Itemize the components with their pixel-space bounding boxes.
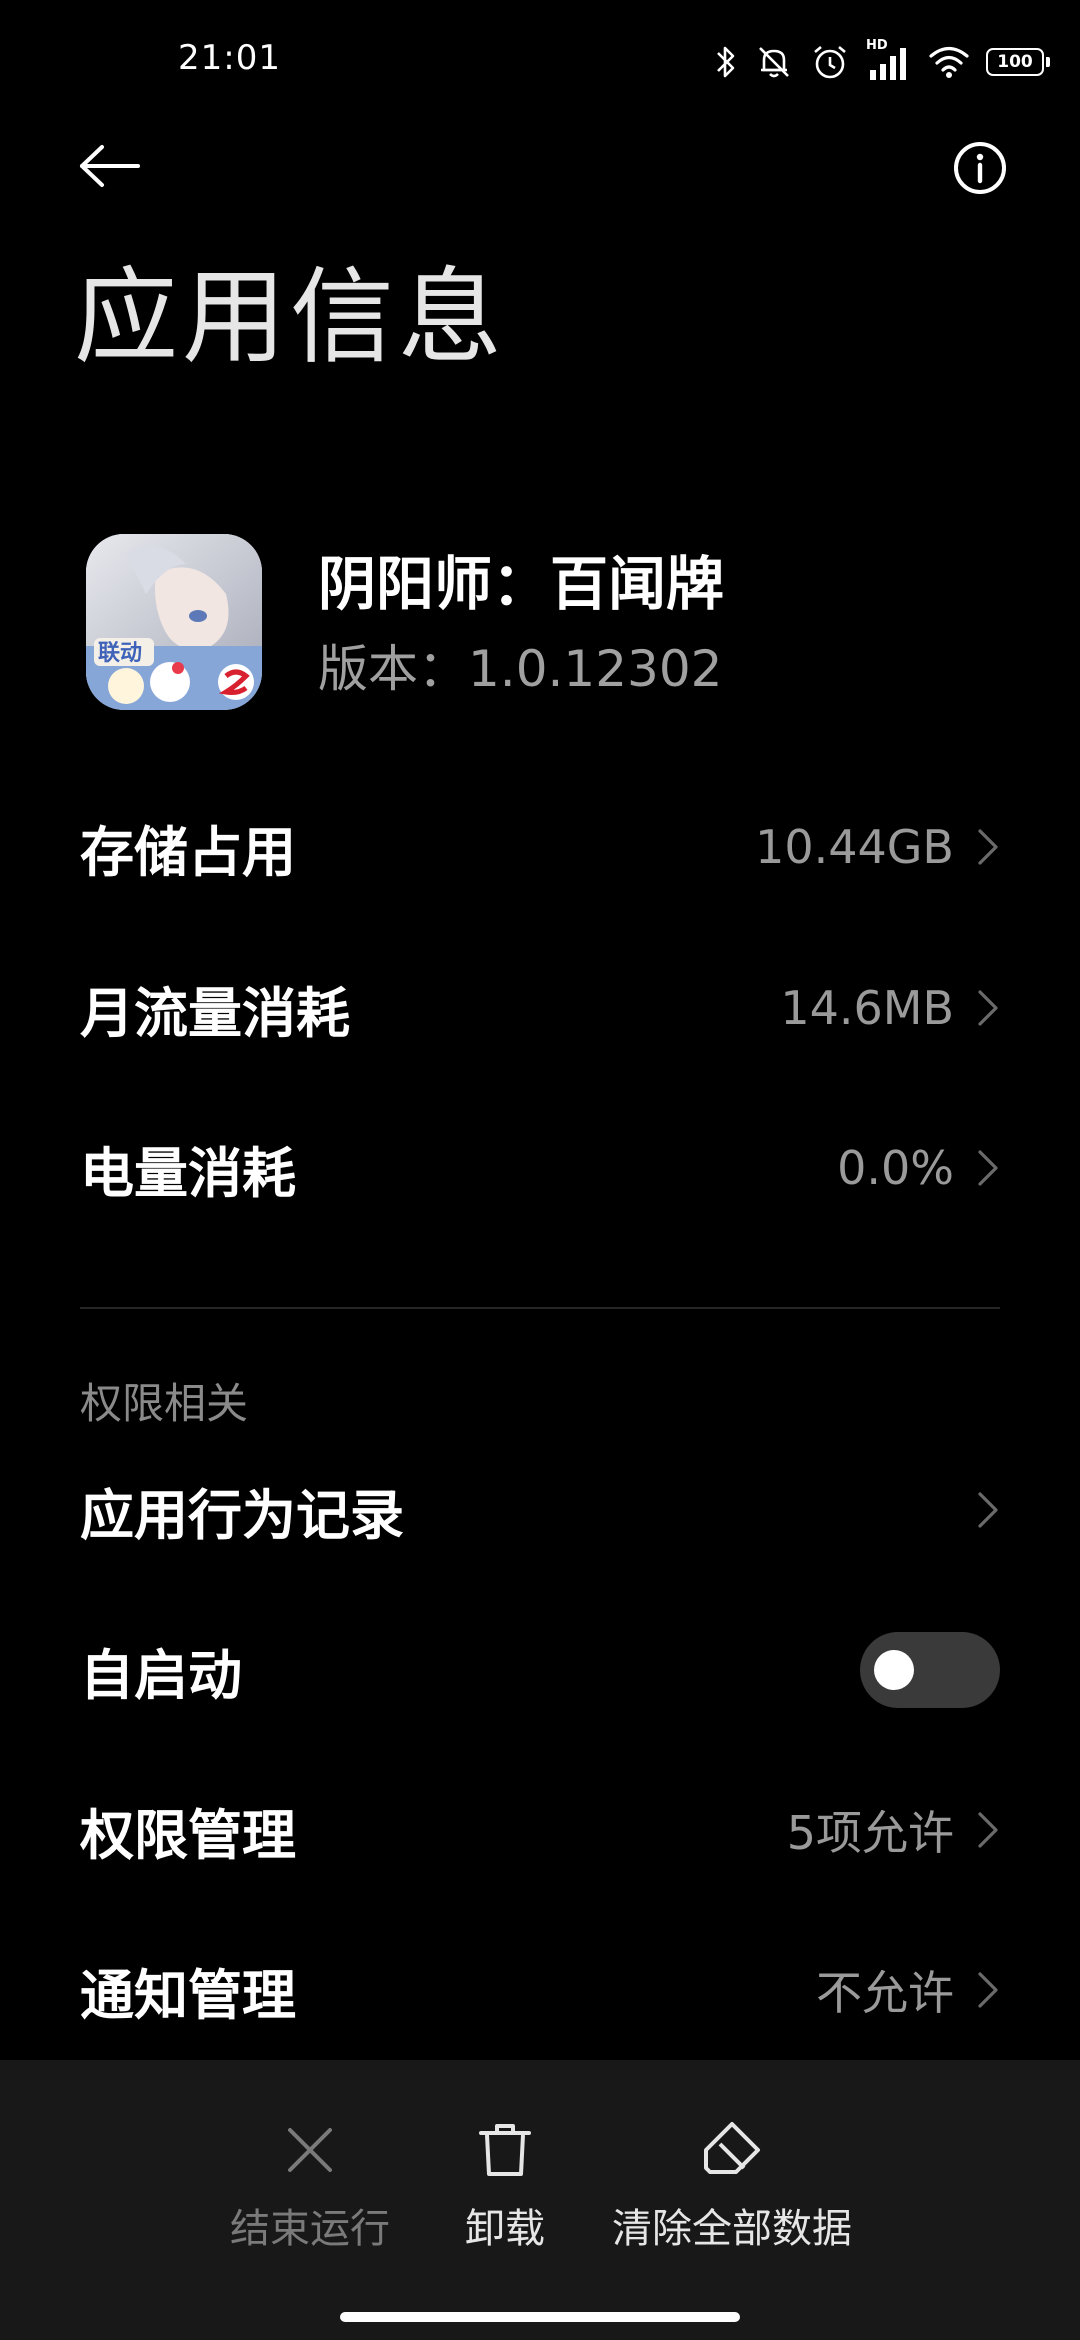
chevron-right-icon <box>976 1808 1000 1852</box>
autostart-label: 自启动 <box>80 1643 242 1707</box>
battery-usage-row[interactable]: 电量消耗 0.0% <box>80 1113 1000 1223</box>
chevron-right-icon <box>976 825 1000 869</box>
app-icon: 联动 <box>86 534 262 710</box>
permission-manage-label: 权限管理 <box>80 1803 296 1867</box>
status-icons: HD 100 <box>714 38 1052 84</box>
page-title: 应用信息 <box>74 256 507 378</box>
battery-tip <box>1046 57 1050 67</box>
app-artwork: 联动 <box>86 534 262 710</box>
app-name: 阴阳师：百闻牌 <box>318 550 725 618</box>
battery-icon: 100 <box>986 48 1052 76</box>
home-indicator[interactable] <box>340 2312 740 2322</box>
close-icon <box>278 2118 342 2182</box>
battery-body: 100 <box>986 48 1044 76</box>
app-details-button[interactable] <box>948 136 1012 200</box>
notification-manage-row[interactable]: 通知管理 不允许 <box>80 1935 1000 2045</box>
status-bar: 21:01 HD 100 <box>0 0 1080 120</box>
back-button[interactable] <box>72 136 148 196</box>
silent-icon <box>759 47 789 78</box>
uninstall-button[interactable]: 卸载 <box>440 2118 570 2254</box>
permissions-section-title: 权限相关 <box>80 1379 249 1428</box>
battery-usage-label: 电量消耗 <box>80 1141 296 1205</box>
notification-manage-label: 通知管理 <box>80 1963 296 2027</box>
app-behavior-label: 应用行为记录 <box>80 1483 404 1547</box>
storage-row[interactable]: 存储占用 10.44GB <box>80 792 1000 902</box>
autostart-row[interactable]: 自启动 <box>80 1615 1000 1725</box>
alarm-icon <box>814 46 846 79</box>
chevron-right-icon <box>976 1968 1000 2012</box>
back-arrow-icon <box>80 145 140 187</box>
status-time: 21:01 <box>178 38 281 78</box>
trash-icon <box>473 2118 537 2182</box>
toggle-knob <box>874 1650 914 1690</box>
force-stop-label: 结束运行 <box>230 2206 390 2252</box>
info-icon <box>954 142 1006 194</box>
chevron-right-icon <box>976 1488 1000 1532</box>
uninstall-label: 卸载 <box>465 2206 545 2252</box>
signal-icon <box>870 48 906 80</box>
permission-manage-value: 5项允许 <box>786 1806 954 1860</box>
traffic-row[interactable]: 月流量消耗 14.6MB <box>80 953 1000 1063</box>
clear-data-button[interactable]: 清除全部数据 <box>600 2118 864 2254</box>
hd-signal-group: HD <box>866 38 912 82</box>
chevron-right-icon <box>976 1146 1000 1190</box>
notification-manage-value: 不允许 <box>816 1966 954 2020</box>
app-behavior-row[interactable]: 应用行为记录 <box>80 1455 1000 1565</box>
traffic-value: 14.6MB <box>780 981 954 1035</box>
storage-value: 10.44GB <box>755 820 954 874</box>
wifi-icon <box>929 46 969 78</box>
traffic-label: 月流量消耗 <box>80 981 350 1045</box>
battery-level: 100 <box>997 51 1033 72</box>
chevron-right-icon <box>976 986 1000 1030</box>
battery-usage-value: 0.0% <box>837 1141 954 1195</box>
bluetooth-icon <box>717 46 735 78</box>
app-icon-badge: 联动 <box>98 641 142 666</box>
section-divider <box>80 1307 1000 1309</box>
app-version: 版本：1.0.12302 <box>318 640 723 698</box>
clear-data-label: 清除全部数据 <box>612 2206 852 2252</box>
eraser-icon <box>700 2118 764 2182</box>
storage-label: 存储占用 <box>80 820 296 884</box>
force-stop-button[interactable]: 结束运行 <box>190 2118 430 2254</box>
permission-manage-row[interactable]: 权限管理 5项允许 <box>80 1775 1000 1885</box>
autostart-toggle[interactable] <box>860 1632 1000 1708</box>
